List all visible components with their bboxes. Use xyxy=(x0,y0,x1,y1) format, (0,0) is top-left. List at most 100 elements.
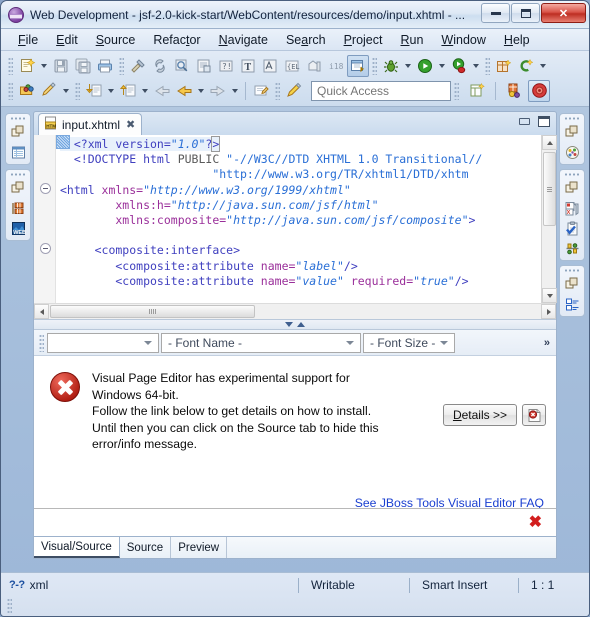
web-development-perspective-icon[interactable] xyxy=(503,80,525,102)
font-name-combo[interactable]: - Font Name - xyxy=(161,332,361,353)
editor-tab-input-xhtml[interactable]: HTM input.xhtml ✖ xyxy=(38,113,143,135)
editor-sash[interactable] xyxy=(34,319,556,330)
properties-icon[interactable]: X xyxy=(563,199,581,217)
source-code[interactable]: <?xml version="1.0"?> <!DOCTYPE html PUB… xyxy=(56,135,541,289)
restore-icon-r1[interactable] xyxy=(563,123,581,141)
maximize-icon[interactable] xyxy=(538,116,550,127)
tasks-icon[interactable] xyxy=(563,219,581,237)
back-icon[interactable] xyxy=(151,80,173,102)
save-icon[interactable] xyxy=(50,55,72,77)
save-all-icon[interactable] xyxy=(72,55,94,77)
new-wizard-icon[interactable] xyxy=(16,55,38,77)
tab-visual-source[interactable]: Visual/Source xyxy=(34,537,120,558)
visual-toolbar-grip[interactable] xyxy=(39,333,44,352)
toolbar-grip-2[interactable] xyxy=(119,56,124,75)
close-icon[interactable]: ✖ xyxy=(126,118,135,131)
vertical-scrollbar[interactable] xyxy=(541,135,557,303)
quick-access-input[interactable] xyxy=(311,80,451,101)
toolbar-overflow-icon[interactable]: » xyxy=(544,337,550,349)
project-explorer-icon[interactable] xyxy=(9,143,27,161)
search-icon[interactable] xyxy=(171,55,193,77)
menu-project[interactable]: Project xyxy=(335,31,392,49)
close-error-icon[interactable]: ✖ xyxy=(529,514,542,531)
toolbar-grip-4[interactable] xyxy=(485,56,490,75)
i18n-icon[interactable]: i18n xyxy=(325,55,347,77)
restore-icon[interactable] xyxy=(9,123,27,141)
horizontal-scrollbar[interactable] xyxy=(34,303,556,319)
fastview-grip-r1[interactable] xyxy=(564,116,580,121)
menu-window[interactable]: Window xyxy=(432,31,494,49)
open-perspective-icon[interactable] xyxy=(466,80,488,102)
menu-source[interactable]: Source xyxy=(87,31,145,49)
debug-icon[interactable] xyxy=(380,55,402,77)
font-size-combo[interactable]: - Font Size - xyxy=(363,332,455,353)
restore-icon-r3[interactable] xyxy=(563,275,581,293)
toolbar-grip-5[interactable] xyxy=(8,81,13,100)
web-projects-icon[interactable]: WEB xyxy=(9,219,27,237)
new-seam-dropdown[interactable] xyxy=(537,55,549,77)
build-all-icon[interactable] xyxy=(127,55,149,77)
menu-search[interactable]: Search xyxy=(277,31,335,49)
fastview-grip-2[interactable] xyxy=(10,172,26,177)
sash-collapse-down-icon[interactable] xyxy=(285,322,293,327)
fold-marker-interface[interactable] xyxy=(40,243,51,254)
fastview-grip-r3[interactable] xyxy=(564,268,580,273)
jboss-tools-icon[interactable] xyxy=(563,239,581,257)
forward-arrow-icon[interactable] xyxy=(207,80,229,102)
menu-refactor[interactable]: Refactor xyxy=(144,31,209,49)
minimize-button[interactable] xyxy=(481,3,510,23)
open-resource-icon[interactable] xyxy=(16,80,38,102)
toolbar-grip-7[interactable] xyxy=(275,81,280,100)
status-bar-grip[interactable] xyxy=(7,598,12,614)
toolbar-grip[interactable] xyxy=(8,56,13,75)
details-button[interactable]: Details >> xyxy=(442,404,517,426)
sash-collapse-up-icon[interactable] xyxy=(297,322,305,327)
maximize-button[interactable] xyxy=(511,3,540,23)
scroll-up-icon[interactable] xyxy=(542,135,557,150)
close-button[interactable]: ✕ xyxy=(541,3,586,23)
structure-icon[interactable] xyxy=(563,295,581,313)
fastview-grip-r2[interactable] xyxy=(564,172,580,177)
new-jsf-project-icon[interactable] xyxy=(493,55,515,77)
el-validator-icon[interactable]: {EL} xyxy=(281,55,303,77)
minimize-icon[interactable] xyxy=(519,118,530,125)
open-task-icon[interactable] xyxy=(250,80,272,102)
run-as-server-icon[interactable] xyxy=(448,55,470,77)
fold-marker-html[interactable] xyxy=(40,183,51,194)
copy-error-icon[interactable] xyxy=(522,404,546,426)
horizontal-scroll-thumb[interactable] xyxy=(50,305,255,318)
restore-icon-r2[interactable] xyxy=(563,179,581,197)
restore-icon-2[interactable] xyxy=(9,179,27,197)
menu-file[interactable]: File xyxy=(9,31,47,49)
toolbar-grip-3[interactable] xyxy=(372,56,377,75)
style-combo[interactable] xyxy=(47,332,159,353)
back-dropdown[interactable] xyxy=(195,80,207,102)
annotation-dropdown[interactable] xyxy=(60,80,72,102)
code-scroll-area[interactable]: <?xml version="1.0"?> <!DOCTYPE html PUB… xyxy=(56,135,541,303)
run-icon[interactable] xyxy=(414,55,436,77)
previous-annotation-dropdown[interactable] xyxy=(139,80,151,102)
tab-source[interactable]: Source xyxy=(120,537,172,558)
toolbar-grip-6[interactable] xyxy=(75,81,80,100)
new-seam-icon[interactable] xyxy=(515,55,537,77)
menu-edit[interactable]: Edit xyxy=(47,31,87,49)
menu-navigate[interactable]: Navigate xyxy=(210,31,277,49)
run-as-dropdown[interactable] xyxy=(470,55,482,77)
next-annotation-dropdown[interactable] xyxy=(105,80,117,102)
toolbar-grip-8[interactable] xyxy=(454,81,459,100)
external-tools-icon[interactable]: ?! xyxy=(215,55,237,77)
scroll-right-icon[interactable] xyxy=(541,304,556,319)
print-preview-icon[interactable] xyxy=(193,55,215,77)
outline-icon[interactable] xyxy=(563,143,581,161)
back-arrow-icon[interactable] xyxy=(173,80,195,102)
scroll-left-icon[interactable] xyxy=(34,304,49,319)
run-dropdown[interactable] xyxy=(436,55,448,77)
open-web-browser-icon[interactable] xyxy=(347,54,369,77)
vertical-scroll-thumb[interactable] xyxy=(543,152,556,226)
debug-dropdown[interactable] xyxy=(402,55,414,77)
link-icon[interactable] xyxy=(149,55,171,77)
scroll-down-icon[interactable] xyxy=(542,288,557,303)
text-tool-icon[interactable]: T xyxy=(237,55,259,77)
new-wizard-dropdown[interactable] xyxy=(38,55,50,77)
menu-run[interactable]: Run xyxy=(391,31,432,49)
